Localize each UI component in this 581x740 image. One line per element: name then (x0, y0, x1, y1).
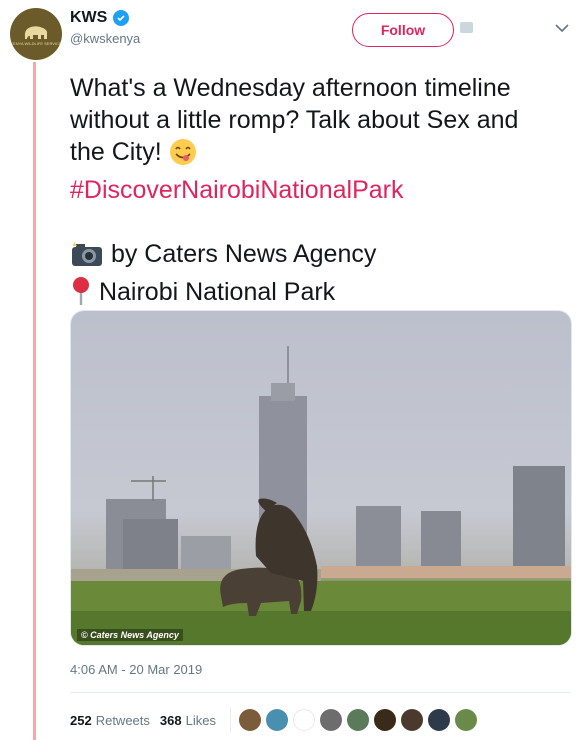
retweets-label: Retweets (95, 712, 150, 728)
stats-divider (70, 692, 571, 693)
verified-badge-icon (113, 10, 130, 26)
elephant-logo-icon (24, 25, 48, 39)
location-text: Nairobi National Park (98, 278, 336, 306)
tweet-line-3-text: the City! (70, 138, 162, 166)
round-pushpin-icon (70, 276, 92, 314)
thread-line (33, 62, 36, 740)
hashtag-link[interactable]: #DiscoverNairobiNationalPark (70, 174, 570, 206)
avatar-logo-text: KENYA WILDLIFE SERVICE (10, 40, 62, 46)
message-icon[interactable] (460, 22, 473, 33)
liker-avatar[interactable] (292, 709, 315, 731)
liker-avatar[interactable] (319, 709, 342, 731)
liker-avatar[interactable] (238, 709, 261, 731)
likes-count: 368 (159, 712, 182, 728)
photo-watermark: © Caters News Agency (77, 629, 183, 641)
likes-label: Likes (185, 712, 216, 728)
retweets-stat[interactable]: 252 Retweets (70, 713, 150, 728)
tweet-line-2: without a little romp? Talk about Sex an… (70, 106, 519, 134)
credit-text: by Caters News Agency (110, 240, 377, 268)
account-header: KWS @kwskenya (70, 9, 140, 46)
likes-stat[interactable]: 368 Likes (160, 713, 216, 728)
liker-avatar[interactable] (346, 709, 369, 731)
tweet-line-3: the City! (70, 136, 570, 174)
credit-line: by Caters News Agency (70, 238, 570, 276)
camera-flash-icon (70, 240, 104, 276)
tweet-line-1: What's a Wednesday afternoon timeline (70, 74, 511, 102)
tweet-text: What's a Wednesday afternoon timeline wi… (70, 72, 570, 314)
chevron-down-icon[interactable] (555, 24, 569, 33)
retweets-count: 252 (70, 712, 92, 728)
follow-button[interactable]: Follow (352, 13, 454, 47)
liker-avatar[interactable] (454, 709, 477, 731)
tweet-photo[interactable]: © Caters News Agency (70, 310, 572, 646)
location-line: Nairobi National Park (70, 276, 570, 314)
tweet-timestamp[interactable]: 4:06 AM - 20 Mar 2019 (70, 662, 202, 677)
likers-list (238, 709, 482, 731)
stats-separator (229, 707, 231, 733)
handle[interactable]: @kwskenya (70, 31, 140, 46)
liker-avatar[interactable] (427, 709, 450, 731)
display-name[interactable]: KWS (70, 9, 107, 27)
avatar[interactable]: KENYA WILDLIFE SERVICE (10, 8, 62, 60)
photo-scene (71, 346, 571, 645)
liker-avatar[interactable] (373, 709, 396, 731)
yum-emoji-icon (169, 138, 197, 174)
liker-avatar[interactable] (400, 709, 423, 731)
engagement-stats: 252 Retweets 368 Likes (70, 707, 482, 733)
liker-avatar[interactable] (265, 709, 288, 731)
